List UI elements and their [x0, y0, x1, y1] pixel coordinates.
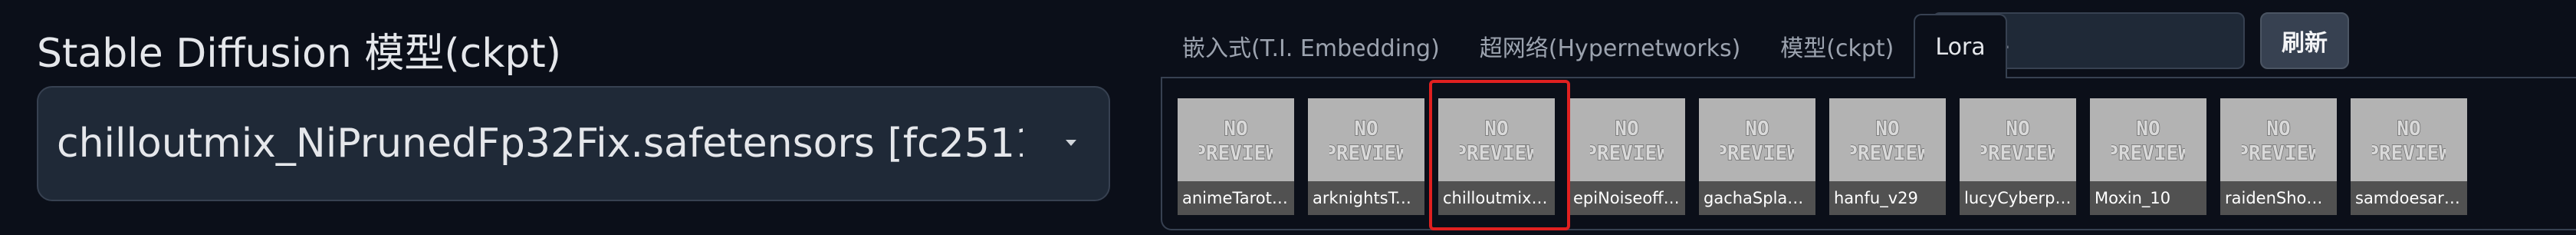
- lora-card[interactable]: NO PREVIEW raidenShogu...: [2220, 98, 2337, 215]
- svg-text:PREVIEW: PREVIEW: [1460, 142, 1533, 165]
- lora-card-name: epiNoiseoffs...: [1569, 181, 1685, 215]
- lora-card[interactable]: NO PREVIEW arknightsTex...: [1308, 98, 1424, 215]
- tab-hypernetworks[interactable]: 超网络(Hypernetworks): [1460, 14, 1761, 78]
- svg-text:PREVIEW: PREVIEW: [2111, 142, 2185, 165]
- lora-card-name: lucyCyberpu...: [1960, 181, 2076, 215]
- svg-text:NO: NO: [2136, 118, 2160, 141]
- lora-card-name: animeTarotC...: [1178, 181, 1294, 215]
- svg-text:NO: NO: [1484, 118, 1508, 141]
- no-preview-image: NO PREVIEW: [2220, 98, 2337, 181]
- lora-card-name: arknightsTex...: [1308, 181, 1424, 215]
- svg-text:NO: NO: [1615, 118, 1638, 141]
- svg-text:PREVIEW: PREVIEW: [2242, 142, 2315, 165]
- svg-text:NO: NO: [2266, 118, 2290, 141]
- no-preview-image: NO PREVIEW: [1960, 98, 2076, 181]
- lora-card[interactable]: NO PREVIEW hanfu_v29: [1829, 98, 1946, 215]
- svg-text:PREVIEW: PREVIEW: [1329, 142, 1403, 165]
- svg-text:PREVIEW: PREVIEW: [1720, 142, 1794, 165]
- lora-card[interactable]: NO PREVIEW gachaSplash...: [1699, 98, 1815, 215]
- lora-card-name: raidenShogu...: [2220, 181, 2337, 215]
- svg-text:PREVIEW: PREVIEW: [2372, 142, 2446, 165]
- no-preview-image: NO PREVIEW: [1438, 98, 1555, 181]
- model-dropdown[interactable]: chilloutmix_NiPrunedFp32Fix.safetensors …: [37, 86, 1110, 201]
- svg-text:PREVIEW: PREVIEW: [1199, 142, 1273, 165]
- no-preview-image: NO PREVIEW: [1569, 98, 1685, 181]
- lora-card[interactable]: NO PREVIEW animeTarotC...: [1178, 98, 1294, 215]
- app-root: Stable Diffusion 模型(ckpt) chilloutmix_Ni…: [0, 0, 2576, 235]
- svg-text:NO: NO: [1354, 118, 1378, 141]
- lora-card-name: samdoesarts...: [2351, 181, 2467, 215]
- chevron-down-icon[interactable]: [1066, 140, 1076, 146]
- tab-checkpoints[interactable]: 模型(ckpt): [1760, 14, 1914, 78]
- lora-card[interactable]: NO PREVIEW epiNoiseoffs...: [1569, 98, 1685, 215]
- svg-text:PREVIEW: PREVIEW: [1981, 142, 2055, 165]
- model-label: Stable Diffusion 模型(ckpt): [37, 31, 562, 77]
- refresh-button[interactable]: 刷新: [2260, 12, 2349, 69]
- tab-embedding[interactable]: 嵌入式(T.I. Embedding): [1162, 14, 1460, 78]
- lora-card[interactable]: NO PREVIEW chilloutmixss...: [1438, 98, 1555, 215]
- tab-lora[interactable]: Lora: [1914, 14, 2007, 78]
- no-preview-image: NO PREVIEW: [1308, 98, 1424, 181]
- no-preview-image: NO PREVIEW: [1178, 98, 1294, 181]
- svg-text:NO: NO: [1224, 118, 1247, 141]
- svg-text:PREVIEW: PREVIEW: [1851, 142, 1924, 165]
- extra-networks-tabs: 嵌入式(T.I. Embedding) 超网络(Hypernetworks) 模…: [1162, 14, 2007, 78]
- no-preview-image: NO PREVIEW: [1829, 98, 1946, 181]
- svg-text:NO: NO: [2397, 118, 2420, 141]
- lora-card-name: chilloutmixss...: [1438, 181, 1555, 215]
- no-preview-image: NO PREVIEW: [2090, 98, 2206, 181]
- no-preview-image: NO PREVIEW: [2351, 98, 2467, 181]
- lora-card[interactable]: NO PREVIEW lucyCyberpu...: [1960, 98, 2076, 215]
- svg-text:NO: NO: [1875, 118, 1899, 141]
- svg-text:NO: NO: [2006, 118, 2029, 141]
- lora-card-name: hanfu_v29: [1829, 181, 1946, 215]
- no-preview-image: NO PREVIEW: [1699, 98, 1815, 181]
- lora-card[interactable]: NO PREVIEW Moxin_10: [2090, 98, 2206, 215]
- lora-card-list: NO PREVIEW animeTarotC... NO PREVIEW ark…: [1178, 98, 2467, 215]
- lora-card[interactable]: NO PREVIEW samdoesarts...: [2351, 98, 2467, 215]
- lora-card-name: Moxin_10: [2090, 181, 2206, 215]
- svg-text:PREVIEW: PREVIEW: [1590, 142, 1664, 165]
- model-dropdown-value: chilloutmix_NiPrunedFp32Fix.safetensors …: [57, 121, 1023, 167]
- lora-card-name: gachaSplash...: [1699, 181, 1815, 215]
- svg-text:NO: NO: [1745, 118, 1769, 141]
